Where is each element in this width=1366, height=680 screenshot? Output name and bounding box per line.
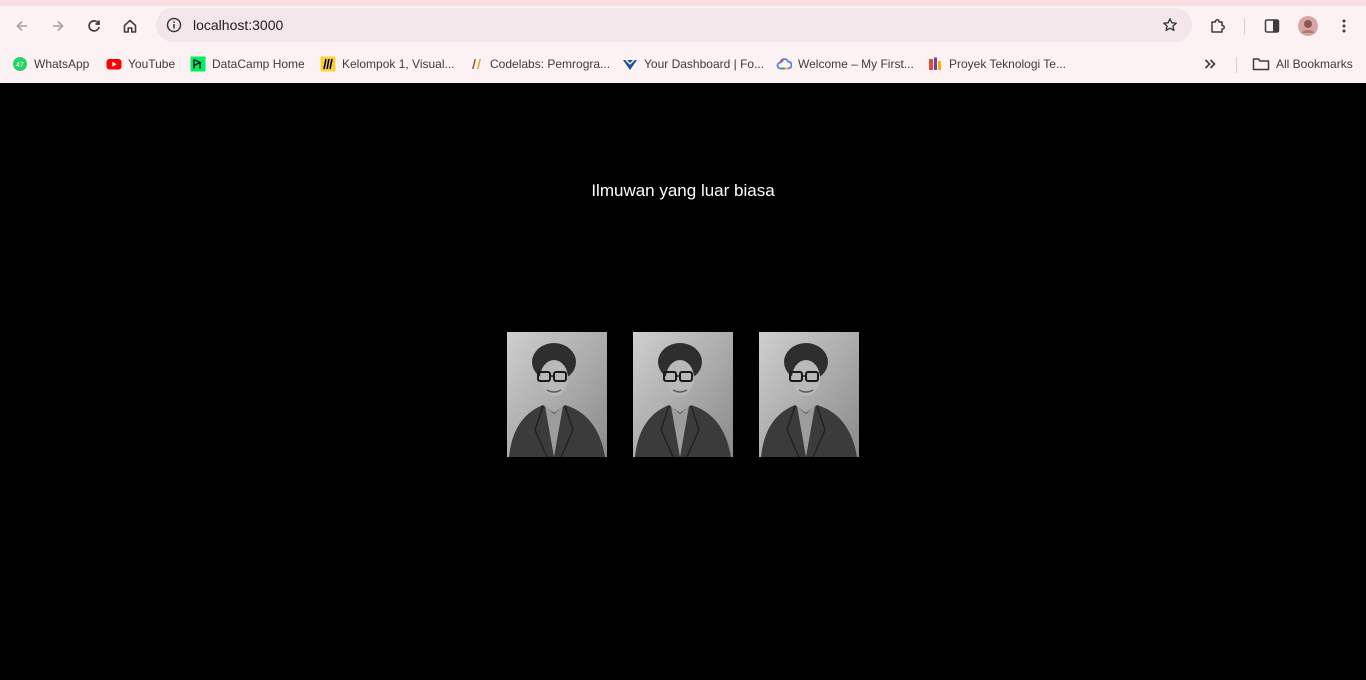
bookmark-codelabs[interactable]: Codelabs: Pemrogra... [468, 53, 610, 75]
scientist-photo [759, 332, 859, 457]
more-vertical-icon [1342, 19, 1346, 33]
site-info-icon[interactable] [164, 15, 184, 35]
url-text[interactable]: localhost:3000 [193, 17, 283, 33]
bookmark-kelompok[interactable]: Kelompok 1, Visual... [320, 53, 455, 75]
bookmark-label: Your Dashboard | Fo... [644, 57, 765, 71]
home-button[interactable] [116, 12, 144, 40]
address-bar[interactable]: localhost:3000 [156, 8, 1192, 42]
bookmark-label: Proyek Teknologi Te... [949, 57, 1066, 71]
toolbar-divider [1244, 18, 1245, 34]
youtube-icon [106, 56, 122, 72]
bookmark-label: Codelabs: Pemrogra... [490, 57, 611, 71]
bookmark-whatsapp[interactable]: 47 WhatsApp [12, 53, 89, 75]
extensions-button[interactable] [1204, 12, 1232, 40]
bookmark-label: Kelompok 1, Visual... [342, 57, 455, 71]
bookmark-welcome[interactable]: Welcome – My First... [776, 53, 914, 75]
arrow-left-icon [16, 20, 27, 32]
browser-toolbar: localhost:3000 [0, 6, 1366, 46]
bookmarks-bar: 47 WhatsApp YouTube DataCamp Home Kelomp… [0, 46, 1366, 83]
avatar-icon [1298, 16, 1318, 36]
browser-window: localhost:3000 47 WhatsApp YouTube DataC… [0, 0, 1366, 680]
bookmark-star-icon[interactable] [1160, 15, 1180, 35]
back-button[interactable] [8, 12, 36, 40]
side-panel-button[interactable] [1258, 12, 1286, 40]
bookmark-youtube[interactable]: YouTube [106, 53, 175, 75]
reload-icon [88, 20, 100, 32]
arrow-right-icon [53, 20, 64, 32]
scientist-photo [633, 332, 733, 457]
bookmarks-divider [1236, 57, 1237, 73]
forward-button[interactable] [44, 12, 72, 40]
chevron-double-right-icon [1202, 56, 1218, 72]
profile-avatar[interactable] [1294, 12, 1322, 40]
bookmark-label: WhatsApp [34, 57, 90, 71]
browser-menu-button[interactable] [1330, 12, 1358, 40]
bookmark-dashboard[interactable]: Your Dashboard | Fo... [622, 53, 764, 75]
home-icon [123, 19, 137, 33]
miro-icon [320, 56, 336, 72]
bookmark-label: YouTube [128, 57, 176, 71]
all-bookmarks-label: All Bookmarks [1276, 57, 1353, 71]
page-content: Ilmuwan yang luar biasa [0, 83, 1366, 680]
side-panel-icon [1264, 19, 1280, 33]
proyek-icon [927, 56, 943, 72]
bookmark-label: Welcome – My First... [798, 57, 914, 71]
google-cloud-icon [776, 56, 792, 72]
page-heading: Ilmuwan yang luar biasa [591, 181, 775, 200]
bookmark-datacamp[interactable]: DataCamp Home [190, 53, 305, 75]
dashboard-icon [622, 56, 638, 72]
bookmark-label: DataCamp Home [212, 57, 305, 71]
codelabs-icon [468, 56, 484, 72]
svg-text:47: 47 [16, 62, 24, 69]
puzzle-icon [1211, 19, 1225, 33]
more-bookmarks-button[interactable] [1202, 53, 1224, 75]
all-bookmarks-button[interactable]: All Bookmarks [1252, 53, 1353, 75]
whatsapp-icon: 47 [12, 56, 28, 72]
reload-button[interactable] [80, 12, 108, 40]
bookmark-proyek[interactable]: Proyek Teknologi Te... [927, 53, 1066, 75]
datacamp-icon [190, 56, 206, 72]
folder-icon [1252, 56, 1270, 72]
scientist-photo [507, 332, 607, 457]
